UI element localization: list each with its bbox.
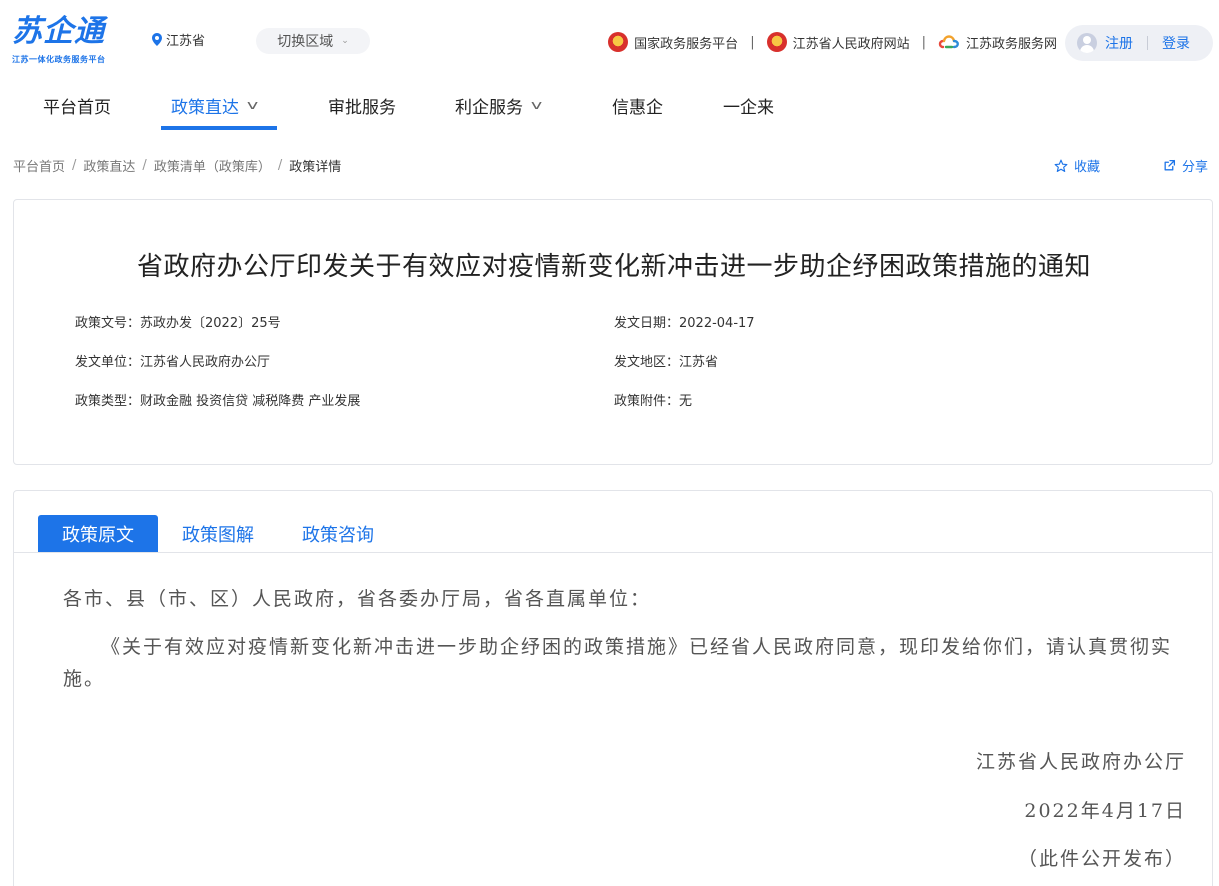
nav-item-label: 平台首页 bbox=[43, 97, 111, 118]
breadcrumb: 平台首页 / 政策直达 / 政策清单（政策库） / 政策详情 bbox=[13, 156, 341, 175]
document-date: 2022年4月17日 bbox=[1024, 800, 1186, 822]
policy-region: 发文地区：江苏省 bbox=[614, 355, 719, 370]
share-icon bbox=[1164, 159, 1176, 171]
auth-panel: 注册 登录 bbox=[1065, 25, 1213, 61]
document-signer: 江苏省人民政府办公厅 bbox=[975, 751, 1186, 773]
location-pin-icon bbox=[152, 33, 162, 46]
link-label: 国家政务服务平台 bbox=[634, 36, 739, 52]
national-emblem-icon bbox=[608, 32, 629, 52]
register-link[interactable]: 注册 bbox=[1105, 33, 1133, 53]
switch-region-button[interactable]: 切换区域 ⌄ bbox=[256, 28, 370, 54]
divider bbox=[1147, 36, 1148, 50]
breadcrumb-current: 政策详情 bbox=[289, 160, 342, 175]
logo-subtitle: 江苏一体化政务服务平台 bbox=[12, 55, 106, 64]
link-national-platform[interactable]: 国家政务服务平台 bbox=[608, 32, 738, 52]
link-label: 江苏省人民政府网站 bbox=[792, 36, 910, 52]
chevron-down-icon: v bbox=[530, 98, 543, 112]
nav-item-label: 一企来 bbox=[723, 97, 774, 118]
share-label: 分享 bbox=[1182, 160, 1209, 175]
tab-original-text[interactable]: 政策原文 bbox=[38, 515, 158, 552]
tab-policy-consultation[interactable]: 政策咨询 bbox=[278, 515, 398, 552]
breadcrumb-separator: / bbox=[277, 158, 283, 173]
link-label: 江苏政务服务网 bbox=[965, 36, 1057, 52]
header: 苏企通 江苏一体化政务服务平台 江苏省 切换区域 ⌄ 国家政务服务平台 | 江苏… bbox=[0, 0, 1219, 80]
policy-attachment: 政策附件：无 bbox=[614, 394, 693, 409]
share-button[interactable]: 分享 bbox=[1163, 156, 1208, 175]
document-paragraph: 《关于有效应对疫情新变化新冲击进一步助企纾困的政策措施》已经省人民政府同意，现印… bbox=[63, 636, 1173, 690]
nav-item-enterprise-services[interactable]: 利企服务 v bbox=[455, 92, 543, 118]
document-publication-note: （此件公开发布） bbox=[1017, 848, 1186, 870]
nav-item-label: 信惠企 bbox=[612, 97, 663, 118]
content-tabs: 政策原文 政策图解 政策咨询 bbox=[14, 515, 1212, 553]
link-jiangsu-service[interactable]: 江苏政务服务网 bbox=[938, 33, 1057, 52]
site-logo[interactable]: 苏企通 江苏一体化政务服务平台 bbox=[12, 14, 137, 68]
policy-doc-number: 政策文号：苏政办发〔2022〕25号 bbox=[75, 316, 281, 331]
policy-issuer: 发文单位：江苏省人民政府办公厅 bbox=[75, 355, 271, 370]
jiangsu-service-logo-icon bbox=[938, 35, 959, 49]
nav-item-policy[interactable]: 政策直达 v bbox=[171, 92, 259, 118]
policy-content-card: 政策原文 政策图解 政策咨询 各市、县（市、区）人民政府，省各委办厅局，省各直属… bbox=[13, 490, 1213, 886]
main-nav: 平台首页 政策直达 v 审批服务 利企服务 v 信惠企 一企来 bbox=[0, 80, 1219, 132]
policy-issue-date: 发文日期：2022-04-17 bbox=[614, 316, 755, 331]
top-links: 国家政务服务平台 | 江苏省人民政府网站 | 江苏政务服务网 bbox=[608, 32, 1057, 52]
document-salutation: 各市、县（市、区）人民政府，省各委办厅局，省各直属单位： bbox=[63, 588, 652, 610]
chevron-down-icon: v bbox=[246, 98, 259, 112]
region-label: 江苏省 bbox=[166, 34, 206, 49]
logo-text: 苏企通 bbox=[12, 14, 105, 49]
switch-region-label: 切换区域 bbox=[277, 34, 334, 50]
nav-item-label: 审批服务 bbox=[328, 97, 396, 118]
nav-item-label: 政策直达 bbox=[171, 97, 239, 118]
nav-item-approval[interactable]: 审批服务 bbox=[328, 92, 396, 118]
divider: | bbox=[921, 34, 926, 50]
policy-info-card: 省政府办公厅印发关于有效应对疫情新变化新冲击进一步助企纾困政策措施的通知 政策文… bbox=[13, 199, 1213, 465]
favorite-button[interactable]: 收藏 bbox=[1054, 156, 1100, 175]
breadcrumb-policy-list[interactable]: 政策清单（政策库） bbox=[154, 156, 271, 175]
national-emblem-icon bbox=[766, 32, 787, 52]
link-provincial-government[interactable]: 江苏省人民政府网站 bbox=[766, 32, 910, 52]
page-title: 省政府办公厅印发关于有效应对疫情新变化新冲击进一步助企纾困政策措施的通知 bbox=[136, 252, 1091, 282]
login-link[interactable]: 登录 bbox=[1162, 33, 1190, 53]
divider: | bbox=[750, 34, 755, 50]
current-region: 江苏省 bbox=[152, 30, 205, 49]
active-nav-indicator bbox=[161, 126, 277, 130]
nav-item-home[interactable]: 平台首页 bbox=[43, 92, 111, 118]
tab-policy-illustration[interactable]: 政策图解 bbox=[158, 515, 278, 552]
breadcrumb-home[interactable]: 平台首页 bbox=[13, 156, 65, 175]
policy-type: 政策类型：财政金融 投资信贷 减税降费 产业发展 bbox=[75, 394, 361, 409]
star-icon bbox=[1054, 159, 1068, 172]
user-avatar-icon bbox=[1077, 33, 1097, 53]
breadcrumb-policy[interactable]: 政策直达 bbox=[83, 156, 135, 175]
chevron-down-icon: ⌄ bbox=[341, 36, 349, 46]
nav-item-label: 利企服务 bbox=[455, 97, 523, 118]
nav-item-xinhuiqi[interactable]: 信惠企 bbox=[612, 92, 663, 118]
nav-item-yiqilai[interactable]: 一企来 bbox=[723, 92, 774, 118]
breadcrumb-separator: / bbox=[72, 158, 77, 173]
breadcrumb-separator: / bbox=[142, 158, 147, 173]
favorite-label: 收藏 bbox=[1074, 160, 1101, 175]
